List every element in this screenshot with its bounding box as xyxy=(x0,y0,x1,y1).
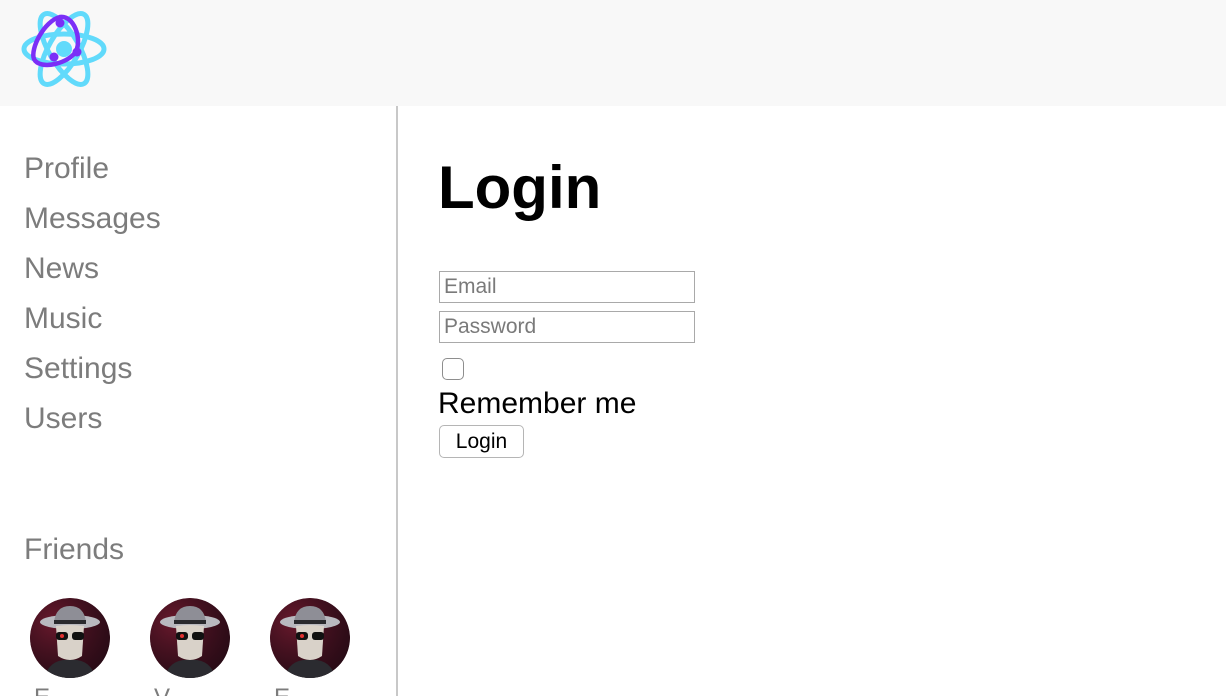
nav-link-messages[interactable]: Messages xyxy=(24,194,161,244)
friend-name[interactable]: E xyxy=(270,684,350,696)
app-header xyxy=(0,0,1226,106)
friend-item[interactable]: E xyxy=(270,598,350,696)
remember-me-checkbox[interactable] xyxy=(442,358,464,380)
nav-link-profile[interactable]: Profile xyxy=(24,144,161,194)
main-content: Login Remember me Login xyxy=(398,106,1226,696)
sidebar-nav: Profile Messages News Music Settings Use… xyxy=(24,144,161,444)
password-field[interactable] xyxy=(439,311,695,343)
friend-item[interactable]: E xyxy=(30,598,110,696)
friend-name[interactable]: E xyxy=(30,684,110,696)
spy-avatar-icon[interactable] xyxy=(30,598,110,678)
sidebar: Profile Messages News Music Settings Use… xyxy=(0,106,398,696)
spy-avatar-icon[interactable] xyxy=(270,598,350,678)
nav-link-settings[interactable]: Settings xyxy=(24,344,161,394)
nav-link-users[interactable]: Users xyxy=(24,394,161,444)
friend-name[interactable]: V xyxy=(150,684,230,696)
remember-me-label: Remember me xyxy=(438,387,637,420)
page-title: Login xyxy=(438,154,602,221)
nav-link-music[interactable]: Music xyxy=(24,294,161,344)
email-field[interactable] xyxy=(439,271,695,303)
react-atom-logo-icon[interactable] xyxy=(20,10,108,88)
spy-avatar-icon[interactable] xyxy=(150,598,230,678)
login-button[interactable]: Login xyxy=(439,425,524,458)
friends-title: Friends xyxy=(24,533,125,566)
nav-link-news[interactable]: News xyxy=(24,244,161,294)
friend-item[interactable]: V xyxy=(150,598,230,696)
